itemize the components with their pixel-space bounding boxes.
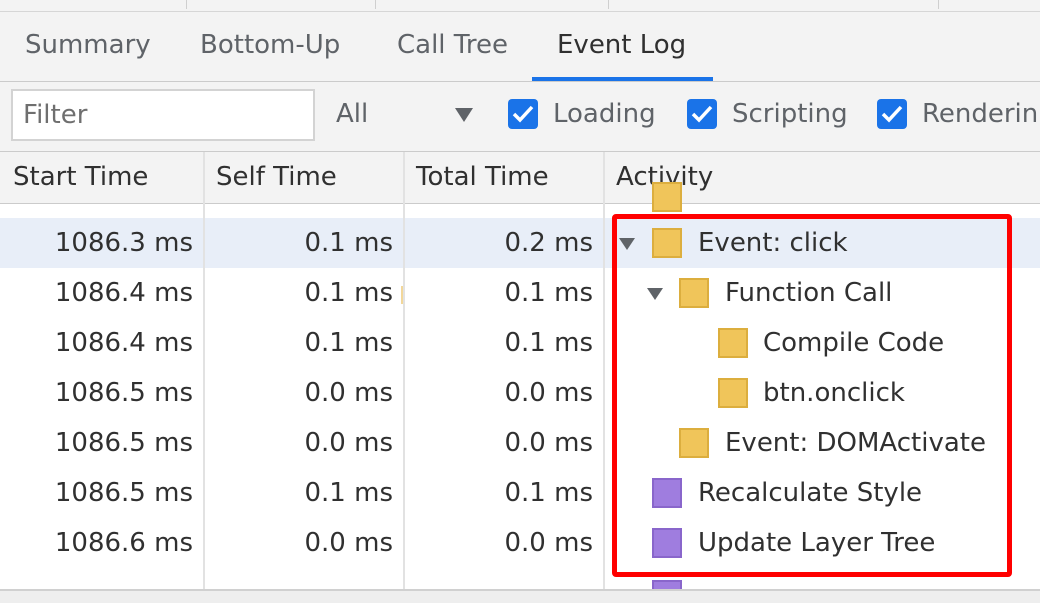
- dropdown-arrow-icon[interactable]: [455, 108, 473, 122]
- start-time-cell: 1086.5 ms: [54, 378, 193, 408]
- start-time-cell: 1086.6 ms: [54, 528, 193, 558]
- activity-cell: Update Layer Tree: [605, 518, 1040, 568]
- rendering-swatch: [652, 478, 682, 508]
- table-row[interactable]: 1086.3 ms 0.1 ms 0.2 ms Event: click: [0, 218, 1040, 268]
- filter-input[interactable]: [11, 89, 315, 141]
- table-row[interactable]: 1086.4 ms 0.1 ms 0.1 ms Compile Code: [0, 318, 1040, 368]
- self-time-cell: 0.0 ms: [304, 428, 394, 458]
- scripting-swatch: [652, 228, 682, 258]
- activity-label: Recalculate Style: [698, 478, 923, 508]
- partial-row-below: [0, 568, 1040, 589]
- horizontal-scrollbar[interactable]: [0, 589, 1040, 603]
- scripting-swatch: [679, 428, 709, 458]
- activity-label: Function Call: [725, 278, 893, 308]
- activity-label: Update Layer Tree: [698, 528, 936, 558]
- top-panel-strip: [0, 0, 1040, 12]
- strip-divider: [375, 0, 376, 9]
- scripting-swatch: [718, 328, 748, 358]
- total-time-cell: 0.1 ms: [504, 328, 594, 358]
- rendering-swatch: [652, 580, 682, 589]
- strip-divider: [608, 0, 609, 9]
- scripting-swatch: [718, 378, 748, 408]
- strip-divider: [938, 0, 939, 9]
- column-header-total-time[interactable]: Total Time: [416, 162, 549, 192]
- activity-cell: Recalculate Style: [605, 468, 1040, 518]
- column-divider[interactable]: [203, 152, 205, 589]
- tab-summary[interactable]: Summary: [25, 30, 151, 82]
- expand-triangle-icon[interactable]: [619, 238, 635, 250]
- scripting-swatch: [652, 182, 682, 212]
- activity-label: btn.onclick: [763, 378, 905, 408]
- total-time-cell: 0.0 ms: [504, 428, 594, 458]
- start-time-cell: 1086.5 ms: [54, 428, 193, 458]
- performance-tab-bar: Summary Bottom-Up Call Tree Event Log: [0, 12, 1040, 82]
- partial-row-above: [0, 182, 1040, 218]
- column-header-start-time[interactable]: Start Time: [13, 162, 148, 192]
- self-time-cell: 0.1 ms: [304, 328, 394, 358]
- total-time-cell: 0.2 ms: [504, 228, 594, 258]
- start-time-cell: 1086.4 ms: [54, 328, 193, 358]
- scripting-checkbox-label[interactable]: Scripting: [732, 99, 848, 129]
- rendering-checkbox-label[interactable]: Renderin: [922, 99, 1038, 129]
- activity-cell: Compile Code: [605, 318, 1040, 368]
- table-row[interactable]: 1086.4 ms 0.1 ms 0.1 ms Function Call: [0, 268, 1040, 318]
- tab-call-tree[interactable]: Call Tree: [397, 30, 508, 82]
- total-time-cell: 0.0 ms: [504, 378, 594, 408]
- total-time-cell: 0.0 ms: [504, 528, 594, 558]
- activity-cell: Event: DOMActivate: [605, 418, 1040, 468]
- event-log-toolbar: All Loading Scripting Renderin: [0, 82, 1040, 152]
- self-time-cell: 0.1 ms: [304, 278, 394, 308]
- activity-cell: Event: click: [605, 218, 1040, 268]
- activity-cell: Function Call: [605, 268, 1040, 318]
- duration-select[interactable]: All: [336, 99, 368, 129]
- scripting-checkbox[interactable]: [687, 99, 717, 129]
- column-header-self-time[interactable]: Self Time: [216, 162, 337, 192]
- activity-label: Event: DOMActivate: [725, 428, 986, 458]
- self-time-cell: 0.0 ms: [304, 378, 394, 408]
- column-divider[interactable]: [403, 152, 405, 589]
- column-divider[interactable]: [603, 152, 605, 589]
- table-row[interactable]: 1086.6 ms 0.0 ms 0.0 ms Update Layer Tre…: [0, 518, 1040, 568]
- expand-triangle-icon[interactable]: [647, 288, 663, 300]
- self-time-cell: 0.1 ms: [304, 228, 394, 258]
- checkmark-icon: [512, 105, 534, 123]
- strip-divider: [186, 0, 187, 9]
- start-time-cell: 1086.5 ms: [54, 478, 193, 508]
- loading-checkbox-label[interactable]: Loading: [553, 99, 656, 129]
- activity-cell: btn.onclick: [605, 368, 1040, 418]
- checkmark-icon: [691, 105, 713, 123]
- event-log-grid: Start Time Self Time Total Time Activity…: [0, 152, 1040, 589]
- checkmark-icon: [881, 105, 903, 123]
- activity-label: Compile Code: [763, 328, 945, 358]
- self-time-cell: 0.1 ms: [304, 478, 394, 508]
- rendering-swatch: [652, 528, 682, 558]
- table-row[interactable]: 1086.5 ms 0.0 ms 0.0 ms Event: DOMActiva…: [0, 418, 1040, 468]
- table-row[interactable]: 1086.5 ms 0.1 ms 0.1 ms Recalculate Styl…: [0, 468, 1040, 518]
- active-tab-indicator: [532, 77, 713, 81]
- self-time-cell: 0.0 ms: [304, 528, 394, 558]
- total-time-cell: 0.1 ms: [504, 478, 594, 508]
- tab-bottom-up[interactable]: Bottom-Up: [200, 30, 340, 82]
- table-row[interactable]: 1086.5 ms 0.0 ms 0.0 ms btn.onclick: [0, 368, 1040, 418]
- scripting-swatch: [679, 278, 709, 308]
- start-time-cell: 1086.4 ms: [54, 278, 193, 308]
- start-time-cell: 1086.3 ms: [54, 228, 193, 258]
- loading-checkbox[interactable]: [508, 99, 538, 129]
- activity-label: Event: click: [698, 228, 848, 258]
- tab-event-log[interactable]: Event Log: [557, 30, 686, 82]
- total-time-cell: 0.1 ms: [504, 278, 594, 308]
- rendering-checkbox[interactable]: [877, 99, 907, 129]
- grid-header: Start Time Self Time Total Time Activity: [0, 152, 1040, 204]
